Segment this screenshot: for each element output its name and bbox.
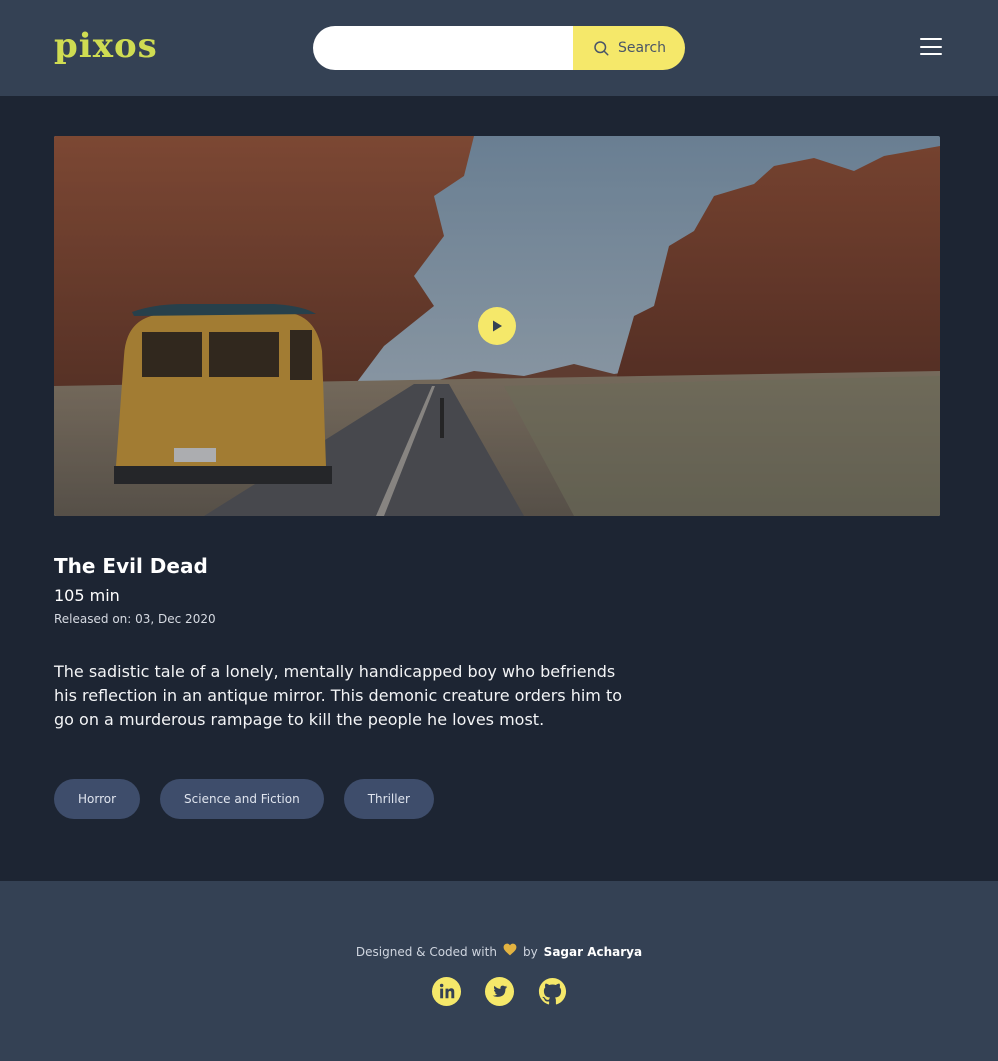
heart-icon [503, 943, 517, 960]
play-button[interactable] [478, 307, 516, 345]
movie-duration: 105 min [54, 586, 120, 605]
social-links [0, 976, 998, 1007]
author-name[interactable]: Sagar Acharya [544, 945, 642, 959]
footer-credit: Designed & Coded with by Sagar Acharya [0, 943, 998, 960]
search-button-label: Search [617, 40, 667, 56]
play-icon [493, 320, 502, 332]
site-header: pixos Search [0, 0, 998, 96]
movie-description: The sadistic tale of a lonely, mentally … [54, 662, 623, 729]
movie-title: The Evil Dead [54, 554, 208, 578]
search-bar: Search [313, 26, 685, 70]
credit-prefix: Designed & Coded with [355, 944, 497, 959]
search-input[interactable] [313, 26, 573, 70]
genre-tag-horror[interactable]: Horror [54, 779, 141, 819]
hamburger-icon[interactable] [920, 38, 942, 55]
site-footer: Designed & Coded with by Sagar Acharya [0, 881, 998, 1061]
search-icon [594, 41, 609, 56]
github-icon[interactable] [537, 976, 568, 1007]
genre-tag-science-and-fiction[interactable]: Science and Fiction [160, 779, 324, 819]
linkedin-icon[interactable] [431, 976, 462, 1007]
search-button[interactable]: Search [573, 26, 685, 70]
genre-list: Horror Science and Fiction Thriller [54, 779, 434, 819]
hero-video[interactable] [54, 136, 940, 516]
genre-tag-thriller[interactable]: Thriller [343, 779, 434, 819]
credit-by: by [522, 944, 538, 959]
release-date: Released on: 03, Dec 2020 [54, 612, 216, 626]
logo[interactable]: pixos [54, 26, 158, 66]
twitter-icon[interactable] [484, 976, 515, 1007]
